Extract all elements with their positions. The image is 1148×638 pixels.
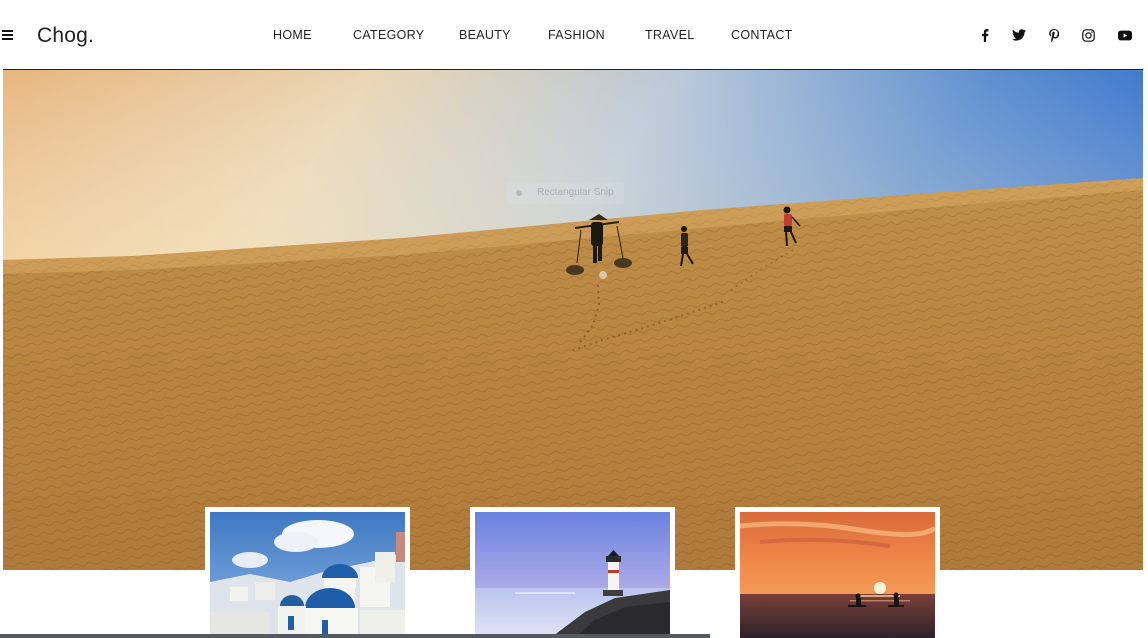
desert-scene (3, 70, 1143, 570)
pinterest-icon[interactable] (1045, 26, 1063, 44)
scrollbar[interactable] (0, 634, 710, 638)
sunset-image (740, 512, 935, 638)
hero-image: Rectangular Snip (3, 70, 1143, 570)
card-thumbnail[interactable] (210, 512, 405, 638)
card-thumbnail[interactable] (740, 512, 935, 638)
twitter-icon[interactable] (1010, 26, 1028, 44)
page: Chog. HOME CATEGORY BEAUTY FASHION TRAVE… (0, 0, 1148, 638)
post-card-santorini[interactable] (205, 507, 410, 638)
snip-overlay-label: Rectangular Snip (507, 182, 624, 204)
youtube-icon[interactable] (1116, 26, 1134, 44)
post-card-sunset[interactable] (735, 507, 940, 638)
santorini-image (210, 512, 405, 638)
social-links (0, 26, 1148, 44)
post-card-lighthouse[interactable] (470, 507, 675, 638)
site-header: Chog. HOME CATEGORY BEAUTY FASHION TRAVE… (0, 0, 1148, 70)
lighthouse-image (475, 512, 670, 638)
card-thumbnail[interactable] (475, 512, 670, 638)
facebook-icon[interactable] (976, 26, 994, 44)
instagram-icon[interactable] (1079, 26, 1097, 44)
